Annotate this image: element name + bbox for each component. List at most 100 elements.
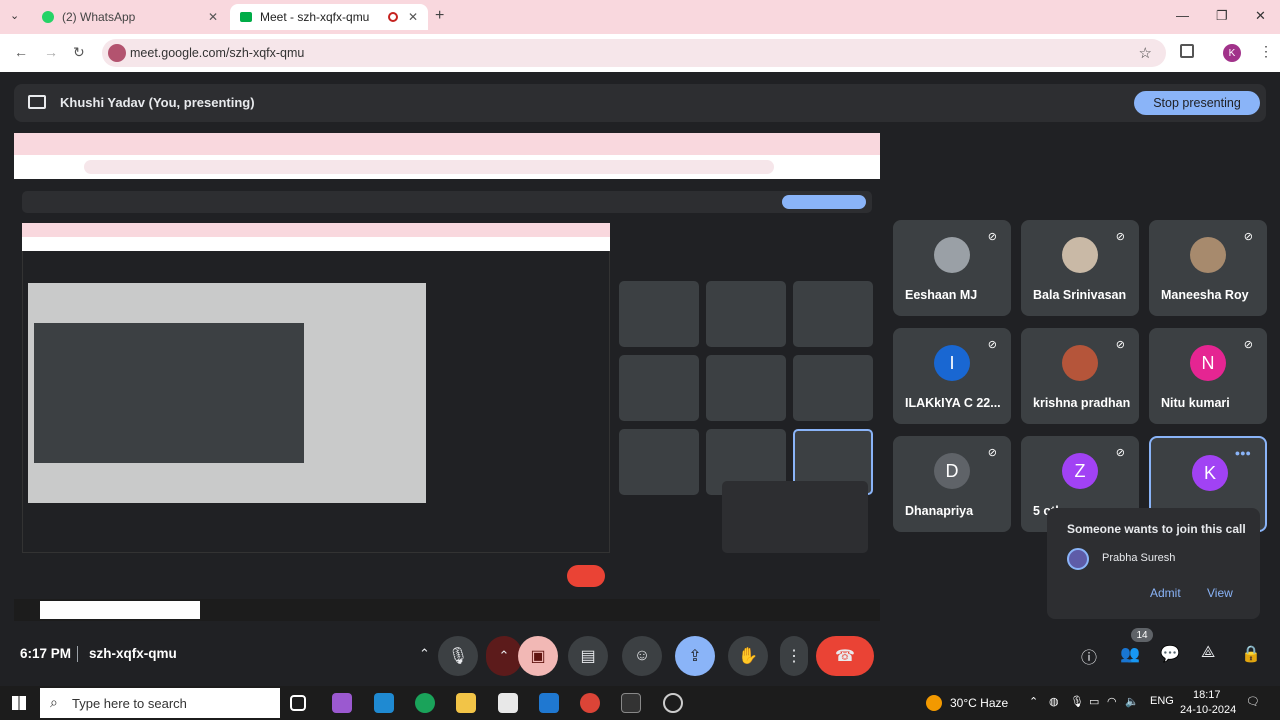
admit-button[interactable]: Admit [1150, 586, 1181, 600]
store-icon[interactable] [498, 693, 518, 713]
clock-date[interactable]: 24-10-2024 [1180, 704, 1236, 716]
windows-taskbar: ⌕ Type here to search 30°C Haze ⌃ ◍ 🎙 ▭ … [0, 686, 1280, 720]
maximize-button[interactable]: ❐ [1216, 8, 1228, 24]
meet-icon [240, 12, 252, 22]
people-icon[interactable]: 👥 [1120, 644, 1140, 664]
wifi-icon[interactable]: ◠ [1107, 695, 1117, 708]
participant-avatar [934, 237, 970, 273]
tab-meet-label: Meet - szh-xqfx-qmu [260, 10, 370, 24]
deep-screen-content [34, 323, 304, 463]
close-window-button[interactable]: ✕ [1255, 8, 1266, 24]
tab-search-dropdown-icon[interactable]: ⌄ [10, 9, 19, 22]
video-options-chevron-icon[interactable]: ⌃ [486, 636, 522, 676]
volume-icon[interactable]: 🔈 [1125, 695, 1139, 708]
reload-icon[interactable]: ↻ [73, 44, 85, 61]
vscode-icon[interactable] [374, 693, 394, 713]
tray-app-icon[interactable]: ◍ [1049, 695, 1059, 708]
raise-hand-button[interactable]: ✋ [728, 636, 768, 676]
new-tab-button[interactable]: + [435, 7, 444, 25]
battery-icon[interactable]: ▭ [1089, 695, 1099, 708]
mic-in-use-icon [108, 44, 126, 62]
mic-off-icon: ⊘ [987, 339, 997, 351]
chat-icon[interactable]: 💬 [1160, 644, 1180, 664]
weather-text[interactable]: 30°C Haze [950, 696, 1008, 710]
minimize-button[interactable]: — [1176, 8, 1189, 23]
participant-tile[interactable]: I ILAKkIYA C 22... ⊘ [893, 328, 1011, 424]
reactions-button[interactable]: ☺ [622, 636, 662, 676]
close-tab-icon[interactable]: ✕ [408, 10, 418, 24]
meeting-control-bar: 6:17 PM szh-xqfx-qmu ⌃ 🎙 ⌃ ▣ ▤ ☺ ⇪ ✋ ⋮ ☎… [0, 628, 1280, 682]
profile-avatar[interactable]: K [1223, 44, 1241, 62]
preview-tab-strip [14, 133, 880, 155]
participant-avatar: Z [1062, 453, 1098, 489]
chrome-icon[interactable] [580, 693, 600, 713]
preview-tile [706, 355, 786, 421]
notifications-icon[interactable]: 🗨 [1246, 695, 1260, 708]
requester-avatar [1067, 548, 1089, 570]
extensions-icon[interactable] [1180, 44, 1194, 58]
mic-off-icon: ⊘ [1115, 447, 1125, 459]
forward-icon[interactable]: → [44, 44, 58, 60]
close-tab-icon[interactable]: ✕ [208, 10, 218, 24]
camera-off-button[interactable]: ▣ [518, 636, 558, 676]
tray-overflow-icon[interactable]: ⌃ [1029, 695, 1038, 708]
preview-search-box [40, 601, 200, 619]
participant-tile[interactable]: D Dhanapriya ⊘ [893, 436, 1011, 532]
people-count-badge: 14 [1131, 628, 1153, 642]
tab-meet[interactable]: Meet - szh-xqfx-qmu ✕ [230, 4, 428, 30]
requester-name: Prabha Suresh [1102, 552, 1176, 564]
stop-presenting-button[interactable]: Stop presenting [1134, 91, 1260, 115]
captions-button[interactable]: ▤ [568, 636, 608, 676]
presenting-banner: Khushi Yadav (You, presenting) Stop pres… [14, 84, 1266, 122]
participant-name: Maneesha Roy [1161, 288, 1249, 302]
tab-whatsapp[interactable]: (2) WhatsApp ✕ [32, 4, 228, 30]
bookmark-star-icon[interactable]: ☆ [1139, 44, 1152, 62]
preview-tile [619, 281, 699, 347]
audio-options-chevron-icon[interactable]: ⌃ [419, 646, 430, 662]
end-call-button[interactable]: ☎ [816, 636, 874, 676]
preview-stop-button [782, 195, 866, 209]
participant-name: Nitu kumari [1161, 396, 1230, 410]
file-explorer-icon[interactable] [456, 693, 476, 713]
back-icon[interactable]: ← [14, 44, 28, 60]
clock-time[interactable]: 18:17 [1193, 689, 1221, 701]
mic-off-icon: ⊘ [1243, 231, 1253, 243]
meeting-info-icon[interactable]: ⓘ [1081, 644, 1097, 668]
windows-start-icon[interactable] [12, 696, 26, 710]
preview-join-toast [722, 481, 868, 553]
participant-avatar: D [934, 453, 970, 489]
mic-off-icon: ⊘ [987, 447, 997, 459]
activities-icon[interactable]: ⟁ [1201, 644, 1215, 662]
participant-tile[interactable]: Bala Srinivasan ⊘ [1021, 220, 1139, 316]
microphone-icon: 🎙 [447, 648, 469, 665]
terminal-icon[interactable] [621, 693, 641, 713]
tray-mic-icon[interactable]: 🎙 [1070, 695, 1084, 708]
url-bar[interactable]: meet.google.com/szh-xqfx-qmu ☆ [102, 39, 1166, 67]
browser-menu-icon[interactable]: ⋮ [1259, 43, 1273, 60]
copilot-icon[interactable] [332, 693, 352, 713]
participant-tile[interactable]: krishna pradhan ⊘ [1021, 328, 1139, 424]
microphone-button[interactable]: 🎙 [438, 636, 478, 676]
mic-off-icon: ⊘ [1115, 339, 1125, 351]
nested-address-bar [22, 237, 610, 251]
present-button[interactable]: ⇪ [675, 636, 715, 676]
input-language[interactable]: ENG [1150, 695, 1174, 707]
edge-icon[interactable] [415, 693, 435, 713]
hand-icon: ✋ [738, 648, 758, 665]
taskbar-search-box[interactable]: ⌕ Type here to search [40, 688, 280, 718]
snipping-tool-icon[interactable] [663, 693, 683, 713]
participant-tile[interactable]: N Nitu kumari ⊘ [1149, 328, 1267, 424]
search-icon: ⌕ [50, 694, 58, 710]
preview-tile [619, 429, 699, 495]
host-controls-icon[interactable]: 🔒 [1241, 644, 1261, 664]
view-button[interactable]: View [1207, 586, 1233, 600]
mic-off-icon: ⊘ [987, 231, 997, 243]
participant-name: ILAKkIYA C 22... [905, 396, 1001, 410]
emoji-icon: ☺ [633, 647, 651, 664]
mail-icon[interactable] [539, 693, 559, 713]
participant-avatar [1190, 237, 1226, 273]
participant-tile[interactable]: Maneesha Roy ⊘ [1149, 220, 1267, 316]
participant-tile[interactable]: Eeshaan MJ ⊘ [893, 220, 1011, 316]
more-options-button[interactable]: ⋮ [780, 636, 808, 676]
task-view-icon[interactable] [290, 695, 306, 711]
